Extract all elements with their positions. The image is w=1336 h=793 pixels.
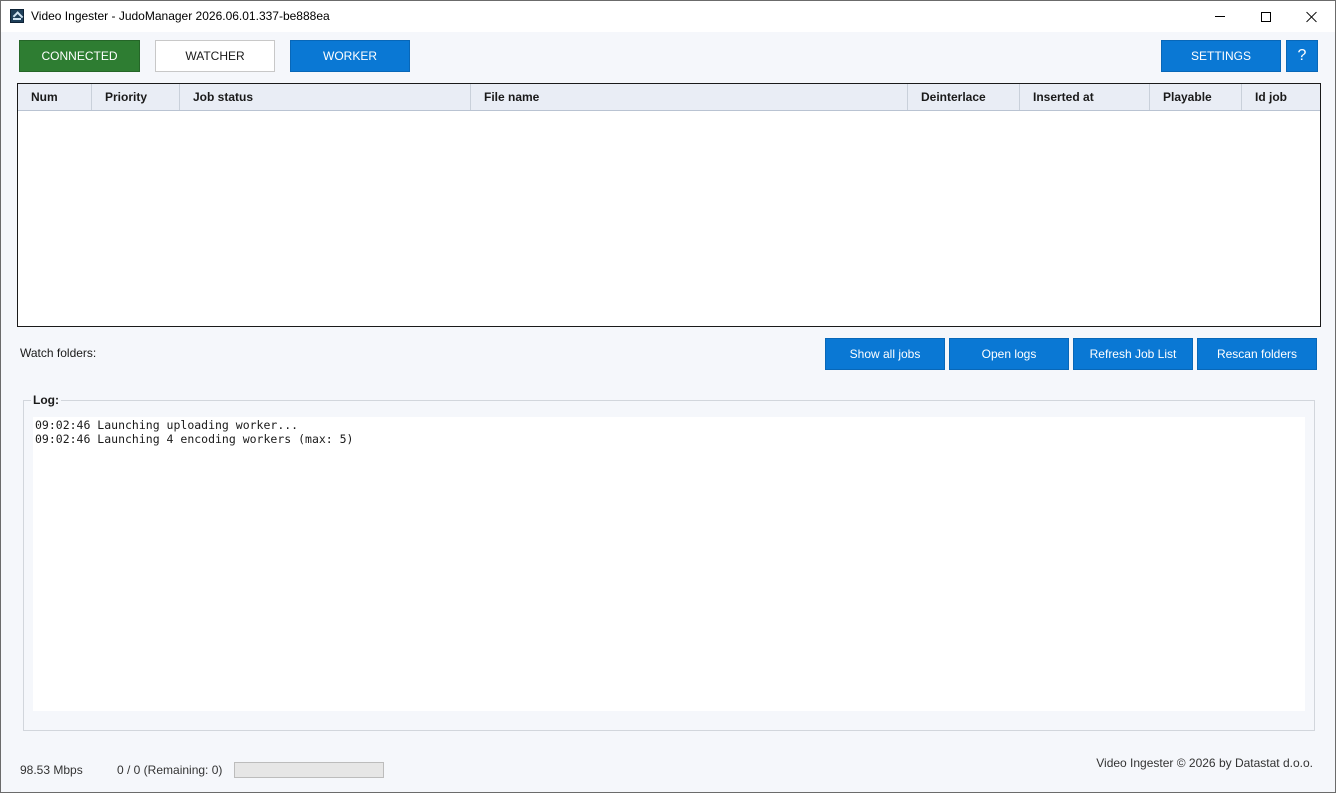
copyright-text: Video Ingester © 2026 by Datastat d.o.o. (1096, 756, 1313, 770)
watcher-button[interactable]: WATCHER (155, 40, 275, 72)
maximize-icon (1261, 11, 1271, 22)
close-button[interactable] (1289, 1, 1335, 32)
watch-folders-label: Watch folders: (20, 346, 97, 360)
title-bar[interactable]: Video Ingester - JudoManager 2026.06.01.… (1, 1, 1335, 32)
log-line: 09:02:46 Launching 4 encoding workers (m… (35, 432, 354, 446)
window-title: Video Ingester - JudoManager 2026.06.01.… (31, 9, 330, 23)
refresh-job-list-button[interactable]: Refresh Job List (1073, 338, 1193, 370)
column-header-num[interactable]: Num (18, 84, 92, 110)
help-button[interactable]: ? (1286, 40, 1318, 72)
open-logs-button[interactable]: Open logs (949, 338, 1069, 370)
jobs-table-header: Num Priority Job status File name Deinte… (18, 84, 1320, 111)
transfer-speed: 98.53 Mbps (20, 763, 83, 777)
settings-button[interactable]: SETTINGS (1161, 40, 1281, 72)
app-window: Video Ingester - JudoManager 2026.06.01.… (0, 0, 1336, 793)
connected-button[interactable]: CONNECTED (19, 40, 140, 72)
show-all-jobs-button[interactable]: Show all jobs (825, 338, 945, 370)
worker-button[interactable]: WORKER (290, 40, 410, 72)
minimize-icon (1215, 16, 1225, 17)
maximize-button[interactable] (1243, 1, 1289, 32)
column-header-id-job[interactable]: Id job (1242, 84, 1320, 110)
column-header-inserted-at[interactable]: Inserted at (1020, 84, 1150, 110)
rescan-folders-button[interactable]: Rescan folders (1197, 338, 1317, 370)
column-header-deinterlace[interactable]: Deinterlace (908, 84, 1020, 110)
column-header-file-name[interactable]: File name (471, 84, 908, 110)
jobs-table[interactable]: Num Priority Job status File name Deinte… (17, 83, 1321, 327)
log-line: 09:02:46 Launching uploading worker... (35, 418, 299, 432)
progress-bar (234, 762, 384, 778)
log-title: Log: (31, 393, 61, 407)
upload-icon (10, 9, 24, 23)
job-counts: 0 / 0 (Remaining: 0) (117, 763, 223, 777)
log-output[interactable]: 09:02:46 Launching uploading worker... 0… (33, 417, 1305, 711)
column-header-job-status[interactable]: Job status (180, 84, 471, 110)
column-header-priority[interactable]: Priority (92, 84, 180, 110)
column-header-playable[interactable]: Playable (1150, 84, 1242, 110)
minimize-button[interactable] (1197, 1, 1243, 32)
close-icon (1306, 11, 1318, 23)
